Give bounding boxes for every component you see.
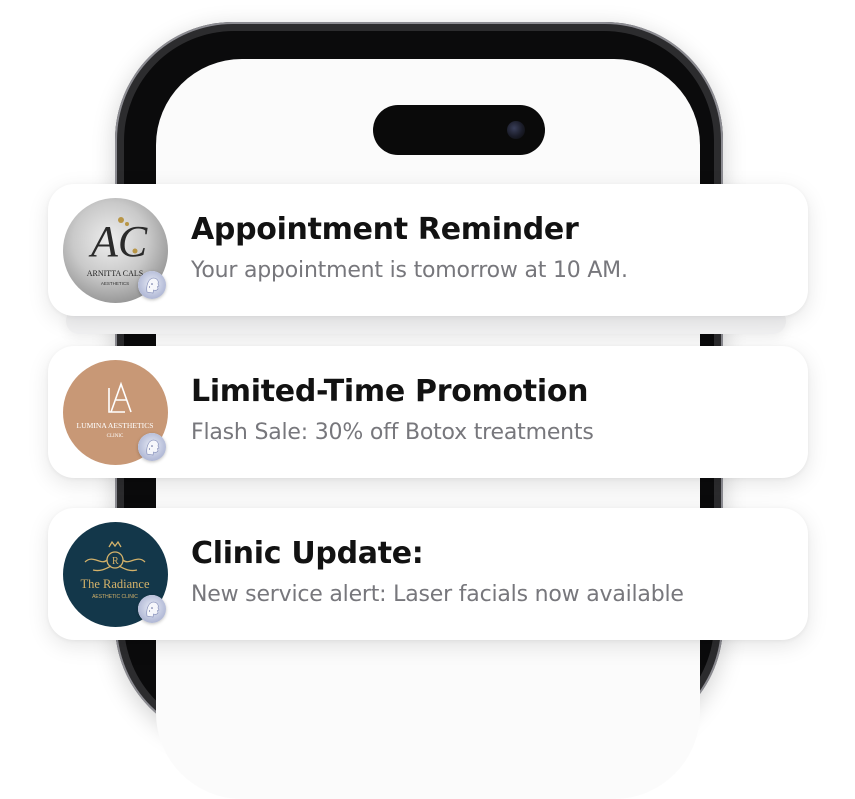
face-profile-icon — [138, 595, 166, 623]
logo-name: The Radiance — [80, 577, 150, 591]
face-profile-icon — [138, 271, 166, 299]
notification-title: Clinic Update: — [191, 536, 424, 571]
notification-title: Appointment Reminder — [191, 212, 579, 247]
dynamic-island — [373, 105, 545, 155]
face-profile-icon — [138, 433, 166, 461]
logo-monogram: R — [112, 556, 119, 567]
logo-subtitle: CLINIC — [107, 434, 124, 439]
notification-title: Limited-Time Promotion — [191, 374, 589, 409]
notification-body: New service alert: Laser facials now ava… — [191, 582, 684, 607]
logo-subtitle: AESTHETICS — [101, 281, 129, 286]
logo-subtitle: AESTHETIC CLINIC — [92, 594, 138, 600]
notification-body: Your appointment is tomorrow at 10 AM. — [191, 258, 628, 283]
notification-limited-time-promotion[interactable]: LUMINA AESTHETICS CLINIC Limited-Time Pr… — [48, 346, 808, 478]
notification-clinic-update[interactable]: R The Radiance AESTHETIC CLINIC Clinic U… — [48, 508, 808, 640]
notification-appointment-reminder[interactable]: AC ARNITTA CALS AESTHETICS Appointment R… — [48, 184, 808, 316]
logo-monogram: AC — [88, 217, 148, 266]
logo-name: ARNITTA CALS — [87, 269, 143, 278]
front-camera-icon — [507, 121, 525, 139]
notification-body: Flash Sale: 30% off Botox treatments — [191, 420, 594, 445]
logo-name: LUMINA AESTHETICS — [77, 421, 154, 430]
